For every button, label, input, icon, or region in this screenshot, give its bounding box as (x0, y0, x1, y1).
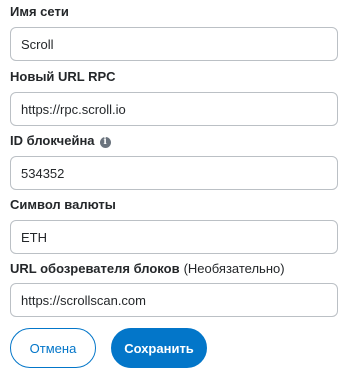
network-name-label: Имя сети (10, 4, 69, 19)
rpc-url-input[interactable]: https://rpc.scroll.io (10, 92, 338, 126)
network-name-label-text: Имя сети (10, 4, 69, 19)
rpc-url-value: https://rpc.scroll.io (21, 101, 126, 117)
cancel-button-label: Отмена (29, 340, 77, 356)
network-form: Имя сети Scroll Новый URL RPC https://rp… (0, 0, 350, 380)
block-explorer-input[interactable]: https://scrollscan.com (10, 283, 338, 317)
block-explorer-label-text: URL обозревателя блоков (10, 261, 180, 276)
cancel-button[interactable]: Отмена (10, 328, 96, 368)
block-explorer-value: https://scrollscan.com (21, 292, 146, 308)
rpc-url-label: Новый URL RPC (10, 69, 116, 84)
chain-id-value: 534352 (21, 165, 65, 181)
network-name-input[interactable]: Scroll (10, 27, 338, 61)
currency-symbol-value: ETH (21, 229, 47, 245)
chain-id-label: ID блокчейна i (10, 133, 111, 148)
chain-id-input[interactable]: 534352 (10, 156, 338, 190)
info-icon[interactable]: i (99, 137, 111, 148)
optional-note: (Необязательно) (183, 261, 285, 276)
save-button[interactable]: Сохранить (111, 328, 207, 368)
rpc-url-label-text: Новый URL RPC (10, 69, 116, 84)
chain-id-label-text: ID блокчейна (10, 133, 95, 148)
currency-symbol-label: Символ валюты (10, 197, 116, 212)
network-name-value: Scroll (21, 36, 54, 52)
save-button-label: Сохранить (124, 340, 194, 356)
block-explorer-label: URL обозревателя блоков (Необязательно) (10, 261, 285, 276)
currency-symbol-label-text: Символ валюты (10, 197, 116, 212)
currency-symbol-input[interactable]: ETH (10, 220, 338, 254)
